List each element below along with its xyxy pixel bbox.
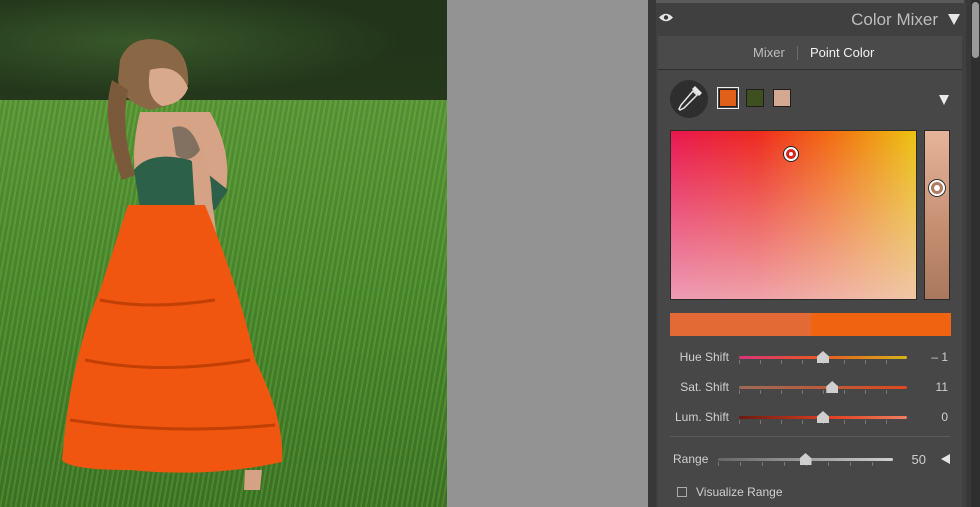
- lum-shift-label: Lum. Shift: [674, 410, 729, 424]
- panel-title: Color Mixer: [851, 10, 938, 29]
- tab-mixer[interactable]: Mixer: [753, 45, 785, 60]
- lum-shift-row: Lum. Shift 0: [658, 408, 962, 428]
- visualize-range-label: Visualize Range: [696, 485, 783, 499]
- sat-shift-label: Sat. Shift: [680, 380, 729, 394]
- hue-shift-label: Hue Shift: [679, 350, 729, 364]
- scrollbar-thumb[interactable]: [972, 2, 979, 58]
- original-color: [670, 313, 811, 336]
- tab-point-color[interactable]: Point Color: [810, 45, 874, 60]
- panel-header[interactable]: Color Mixer: [648, 0, 966, 34]
- swatch-2[interactable]: [746, 89, 764, 107]
- range-row: Range 50: [658, 450, 962, 470]
- swatch-options-icon[interactable]: [939, 95, 949, 105]
- mode-tabs: Mixer Point Color: [658, 36, 962, 70]
- hue-shift-row: Hue Shift – 1: [658, 348, 962, 368]
- range-label: Range: [673, 452, 709, 466]
- photo-figure: [62, 39, 283, 490]
- lum-shift-value[interactable]: 0: [941, 410, 948, 424]
- swatch-3[interactable]: [773, 89, 791, 107]
- range-value[interactable]: 50: [912, 452, 926, 467]
- sat-shift-value[interactable]: 11: [936, 380, 948, 394]
- triangle-left-icon[interactable]: [941, 454, 950, 464]
- section-divider: [670, 436, 950, 437]
- canvas-gap: [447, 0, 648, 507]
- eyedropper-icon: [678, 86, 702, 111]
- picker-handle[interactable]: [784, 147, 798, 161]
- eyedropper-button[interactable]: [670, 80, 708, 118]
- luminance-handle[interactable]: [929, 180, 945, 196]
- swatch-1[interactable]: [717, 87, 739, 109]
- luminance-strip[interactable]: [924, 130, 950, 300]
- sat-shift-ticks: [739, 390, 907, 394]
- photo-preview: [0, 0, 447, 507]
- adjusted-color: [811, 313, 951, 336]
- sat-shift-row: Sat. Shift 11: [658, 378, 962, 398]
- eye-icon[interactable]: [659, 13, 673, 22]
- panel-scrollbar[interactable]: [971, 0, 980, 507]
- triangle-down-icon[interactable]: [948, 14, 960, 25]
- sat-shift-track[interactable]: [739, 386, 907, 389]
- tab-separator: [797, 46, 798, 60]
- color-compare-bar: [670, 313, 951, 336]
- visualize-range-checkbox[interactable]: [677, 487, 687, 497]
- hue-shift-value[interactable]: – 1: [931, 350, 948, 364]
- hue-saturation-picker[interactable]: [670, 130, 917, 300]
